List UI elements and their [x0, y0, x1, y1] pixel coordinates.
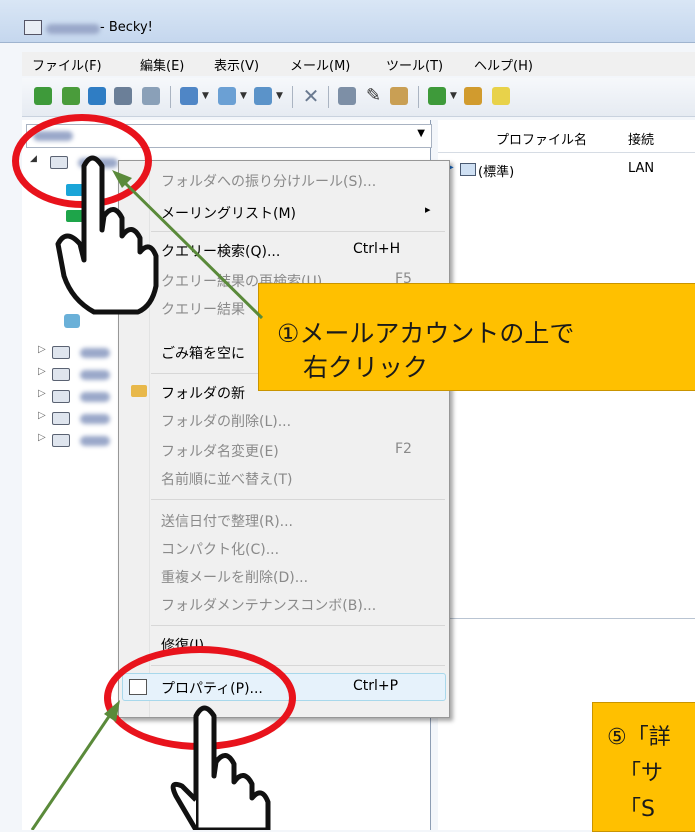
green-arrow-icon: [30, 700, 120, 830]
pointing-hand-icon: [55, 155, 159, 315]
pointing-hand-icon: [170, 705, 271, 830]
annotation-overlay: [30, 155, 271, 830]
